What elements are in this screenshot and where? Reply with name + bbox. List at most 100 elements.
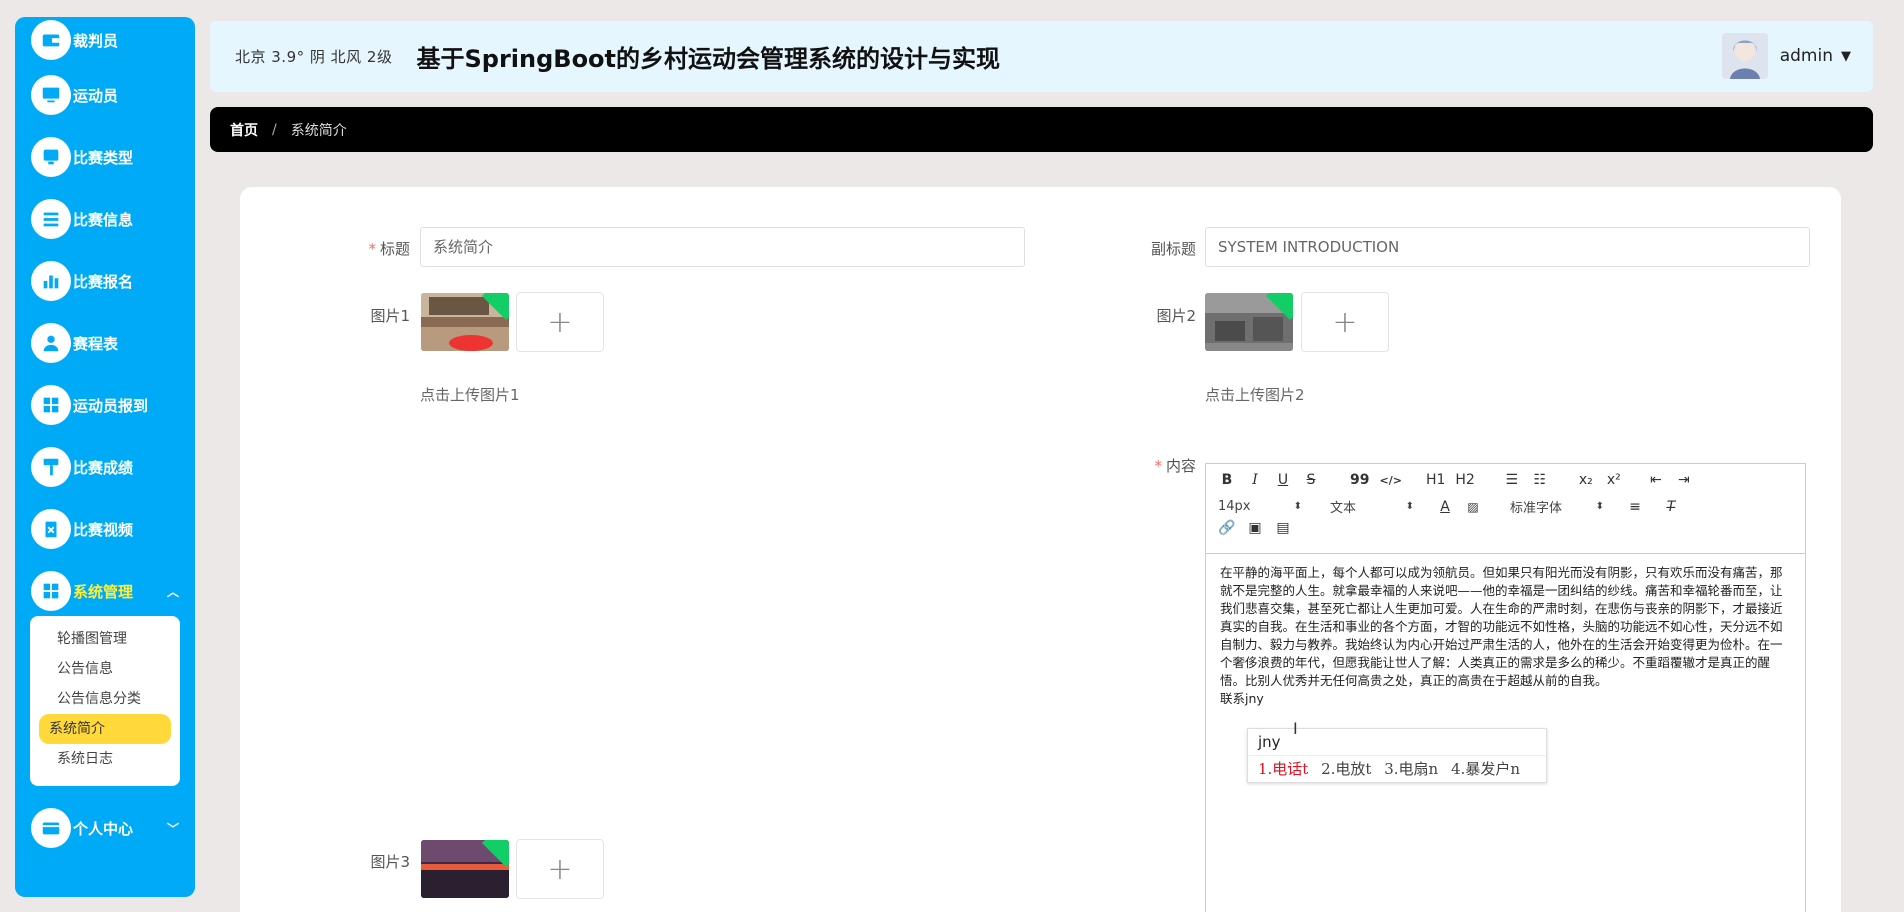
user-menu[interactable]: admin ▼ — [1721, 33, 1851, 79]
breadcrumb-current: 系统简介 — [290, 122, 347, 139]
superscript-button[interactable]: x² — [1605, 472, 1623, 488]
card-icon — [31, 808, 71, 848]
editor-typing-text: 联系jny — [1220, 691, 1264, 706]
bar-chart-icon — [31, 261, 71, 301]
pic3-upload-button[interactable]: + — [516, 839, 604, 899]
pic1-label: 图片1 — [370, 307, 410, 325]
sidebar-item-match-video[interactable]: 比赛视频 — [15, 504, 195, 554]
select-arrow-icon: ⬍ — [1595, 501, 1604, 512]
submenu-item-system-log[interactable]: 系统日志 — [39, 744, 171, 774]
pic1-hint: 点击上传图片1 — [420, 386, 520, 404]
text-cursor-icon: I — [1293, 719, 1298, 738]
sidebar-item-match-info[interactable]: 比赛信息 — [15, 194, 195, 244]
ime-candidate[interactable]: 4.暴发户n — [1451, 760, 1520, 778]
submenu-item-notice-category[interactable]: 公告信息分类 — [39, 684, 171, 714]
sidebar-item-label: 比赛报名 — [73, 272, 134, 291]
pic3-label: 图片3 — [370, 853, 410, 871]
font-size-select[interactable]: 14px ⬍ — [1218, 499, 1302, 514]
ime-candidate[interactable]: 1.电话t — [1258, 760, 1308, 778]
sidebar-item-label: 个人中心 — [73, 819, 134, 838]
pic2-hint: 点击上传图片2 — [1205, 386, 1305, 404]
clear-format-icon[interactable]: T̶ — [1662, 499, 1680, 515]
ime-candidate-popup: jny 1.电话t 2.电放t 3.电扇n 4.暴发户n — [1247, 728, 1547, 783]
bold-button[interactable]: B — [1218, 472, 1236, 488]
screen-icon — [31, 137, 71, 177]
strike-button[interactable]: S — [1302, 472, 1320, 488]
link-icon[interactable]: 🔗 — [1218, 520, 1236, 536]
sidebar-item-schedule[interactable]: 赛程表 — [15, 318, 195, 368]
clipboard-x-icon — [31, 509, 71, 549]
bullet-list-icon[interactable]: ☷ — [1531, 472, 1549, 488]
content-label: * 内容 — [1154, 457, 1196, 475]
sidebar: 裁判员 运动员 比赛类型 比赛信息 比赛报名 赛程表 运动员报到 比赛成绩 比赛… — [15, 17, 195, 897]
system-title: 基于SpringBoot的乡村运动会管理系统的设计与实现 — [416, 45, 1001, 73]
background-color-icon[interactable]: ▨ — [1464, 500, 1482, 514]
italic-button[interactable]: I — [1246, 472, 1264, 488]
code-button[interactable]: </> — [1379, 474, 1401, 487]
pic2-label: 图片2 — [1156, 307, 1196, 325]
user-icon — [31, 323, 71, 363]
quote-button[interactable]: 99 — [1350, 472, 1369, 488]
pic3-thumbnail[interactable] — [421, 840, 509, 898]
sidebar-item-label: 系统管理 — [73, 582, 134, 601]
pic1-upload-button[interactable]: + — [516, 292, 604, 352]
select-arrow-icon: ⬍ — [1293, 501, 1302, 512]
paint-roller-icon — [31, 447, 71, 487]
pic1-thumbnail[interactable] — [421, 293, 509, 351]
monitor-icon — [31, 75, 71, 115]
ime-candidate[interactable]: 3.电扇n — [1384, 760, 1438, 778]
chevron-down-icon: ﹀ — [166, 821, 179, 836]
wallet-icon — [31, 20, 71, 60]
sidebar-item-label: 裁判员 — [73, 31, 119, 50]
ime-candidate[interactable]: 2.电放t — [1321, 760, 1371, 778]
chevron-up-icon: ︿ — [166, 584, 179, 599]
ordered-list-icon[interactable]: ☰ — [1503, 472, 1521, 488]
font-color-icon[interactable]: A — [1436, 499, 1454, 515]
sidebar-item-athlete-checkin[interactable]: 运动员报到 — [15, 380, 195, 430]
indent-icon[interactable]: ⇥ — [1675, 472, 1693, 488]
sidebar-item-personal-center[interactable]: 个人中心 ﹀ — [15, 803, 195, 853]
form-panel: * 标题 系统简介 副标题 SYSTEM INTRODUCTION 图片1 + 点… — [240, 187, 1841, 912]
sidebar-item-athlete[interactable]: 运动员 — [15, 70, 195, 120]
video-icon[interactable]: ▤ — [1274, 520, 1292, 536]
sidebar-item-label: 比赛类型 — [73, 148, 134, 167]
grid-icon — [31, 571, 71, 611]
pic2-upload-button[interactable]: + — [1301, 292, 1389, 352]
avatar — [1721, 33, 1768, 79]
sidebar-item-system-management[interactable]: 系统管理 ︿ — [15, 566, 195, 616]
sidebar-item-label: 比赛信息 — [73, 210, 134, 229]
select-arrow-icon: ⬍ — [1405, 501, 1414, 512]
outdent-icon[interactable]: ⇤ — [1647, 472, 1665, 488]
top-header: 北京 3.9° 阴 北风 2级 基于SpringBoot的乡村运动会管理系统的设… — [210, 21, 1873, 92]
rich-text-editor[interactable]: B I U S 99 </> H1 H2 ☰ ☷ x₂ x² ⇤ ⇥ 14px ⬍… — [1205, 463, 1806, 912]
submenu-item-system-intro[interactable]: 系统简介 — [39, 714, 171, 744]
sidebar-item-match-signup[interactable]: 比赛报名 — [15, 256, 195, 306]
editor-toolbar: B I U S 99 </> H1 H2 ☰ ☷ x₂ x² ⇤ ⇥ 14px ⬍… — [1206, 464, 1805, 554]
title-input[interactable]: 系统简介 — [420, 227, 1025, 267]
submenu-item-notice[interactable]: 公告信息 — [39, 654, 171, 684]
image-icon[interactable]: ▣ — [1246, 520, 1264, 536]
breadcrumb-separator: / — [272, 121, 277, 138]
breadcrumb: 首页 / 系统简介 — [210, 107, 1873, 152]
sidebar-item-label: 运动员报到 — [73, 396, 149, 415]
sidebar-item-label: 比赛视频 — [73, 520, 134, 539]
weather-info: 北京 3.9° 阴 北风 2级 — [235, 48, 393, 66]
h2-button[interactable]: H2 — [1455, 472, 1474, 488]
font-family-select[interactable]: 标准字体 ⬍ — [1510, 497, 1604, 516]
subscript-button[interactable]: x₂ — [1577, 472, 1595, 488]
editor-content[interactable]: 在平静的海平面上，每个人都可以成为领航员。但如果只有阳光而没有阴影，只有欢乐而没… — [1220, 564, 1785, 708]
subtitle-label: 副标题 — [1150, 240, 1196, 258]
block-type-select[interactable]: 文本 ⬍ — [1330, 497, 1414, 516]
underline-button[interactable]: U — [1274, 472, 1292, 488]
breadcrumb-home[interactable]: 首页 — [230, 120, 258, 140]
sidebar-item-match-type[interactable]: 比赛类型 — [15, 132, 195, 182]
align-icon[interactable]: ≡ — [1626, 499, 1644, 515]
h1-button[interactable]: H1 — [1426, 472, 1445, 488]
list-icon — [31, 199, 71, 239]
sidebar-item-match-score[interactable]: 比赛成绩 — [15, 442, 195, 492]
sidebar-item-label: 比赛成绩 — [73, 458, 134, 477]
submenu-item-carousel[interactable]: 轮播图管理 — [39, 624, 171, 654]
sidebar-item-referee[interactable]: 裁判员 — [15, 17, 195, 65]
subtitle-input[interactable]: SYSTEM INTRODUCTION — [1205, 227, 1810, 267]
pic2-thumbnail[interactable] — [1205, 293, 1293, 351]
